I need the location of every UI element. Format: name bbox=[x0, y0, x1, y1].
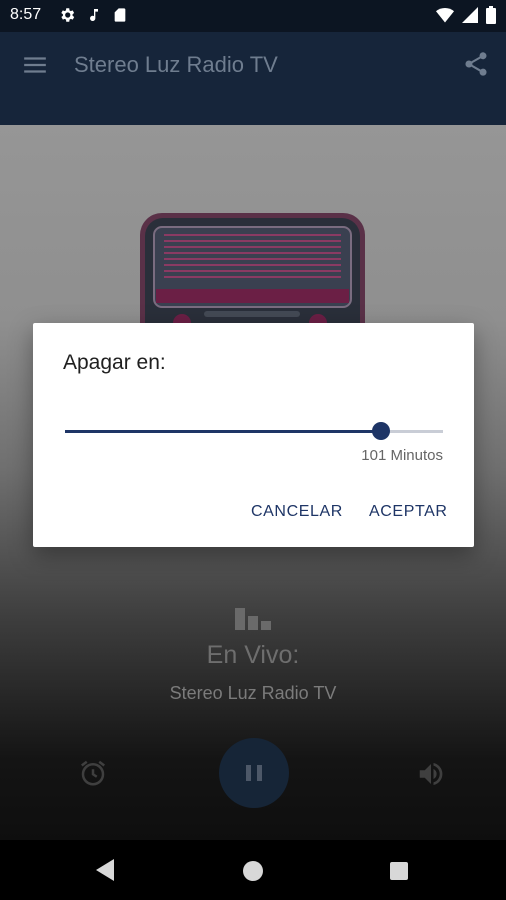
app-title: Stereo Luz Radio TV bbox=[74, 52, 278, 77]
recent-apps-icon[interactable] bbox=[390, 862, 408, 880]
slider-fill bbox=[65, 430, 381, 433]
home-icon[interactable] bbox=[243, 861, 263, 881]
share-icon[interactable] bbox=[462, 50, 490, 78]
status-bar: 8:57 bbox=[0, 0, 506, 32]
screen: 8:57 Stereo Luz Radio TV En Vivo: Stereo… bbox=[0, 0, 506, 900]
settings-icon bbox=[61, 8, 75, 22]
sleep-timer-dialog: Apagar en: 101 Minutos CANCELAR ACEPTAR bbox=[33, 323, 474, 547]
signal-icon bbox=[462, 7, 478, 23]
wifi-icon bbox=[436, 8, 454, 23]
volume-icon[interactable] bbox=[416, 759, 446, 789]
sd-card-icon bbox=[114, 8, 126, 22]
battery-icon bbox=[486, 6, 496, 24]
status-right-icons bbox=[436, 6, 496, 24]
slider-thumb[interactable] bbox=[371, 422, 390, 440]
pause-button[interactable] bbox=[219, 738, 289, 808]
status-left-icons bbox=[58, 6, 128, 24]
system-nav-bar bbox=[0, 840, 506, 900]
app-bar: Stereo Luz Radio TV bbox=[0, 32, 506, 125]
alarm-icon[interactable] bbox=[78, 758, 108, 788]
player-controls bbox=[0, 738, 506, 810]
music-note-icon bbox=[90, 9, 98, 22]
pause-icon bbox=[246, 765, 262, 781]
cancel-button[interactable]: CANCELAR bbox=[251, 503, 343, 521]
equalizer-bars-icon bbox=[235, 608, 271, 630]
sleep-timer-slider[interactable] bbox=[65, 422, 443, 440]
back-icon[interactable] bbox=[96, 859, 116, 881]
slider-value-text: 101 Minutos bbox=[361, 447, 443, 464]
menu-icon[interactable] bbox=[22, 52, 48, 78]
accept-button[interactable]: ACEPTAR bbox=[369, 503, 448, 521]
live-label: En Vivo: bbox=[206, 641, 300, 669]
station-name: Stereo Luz Radio TV bbox=[169, 683, 337, 703]
dialog-title: Apagar en: bbox=[63, 351, 166, 374]
status-time: 8:57 bbox=[10, 6, 42, 23]
